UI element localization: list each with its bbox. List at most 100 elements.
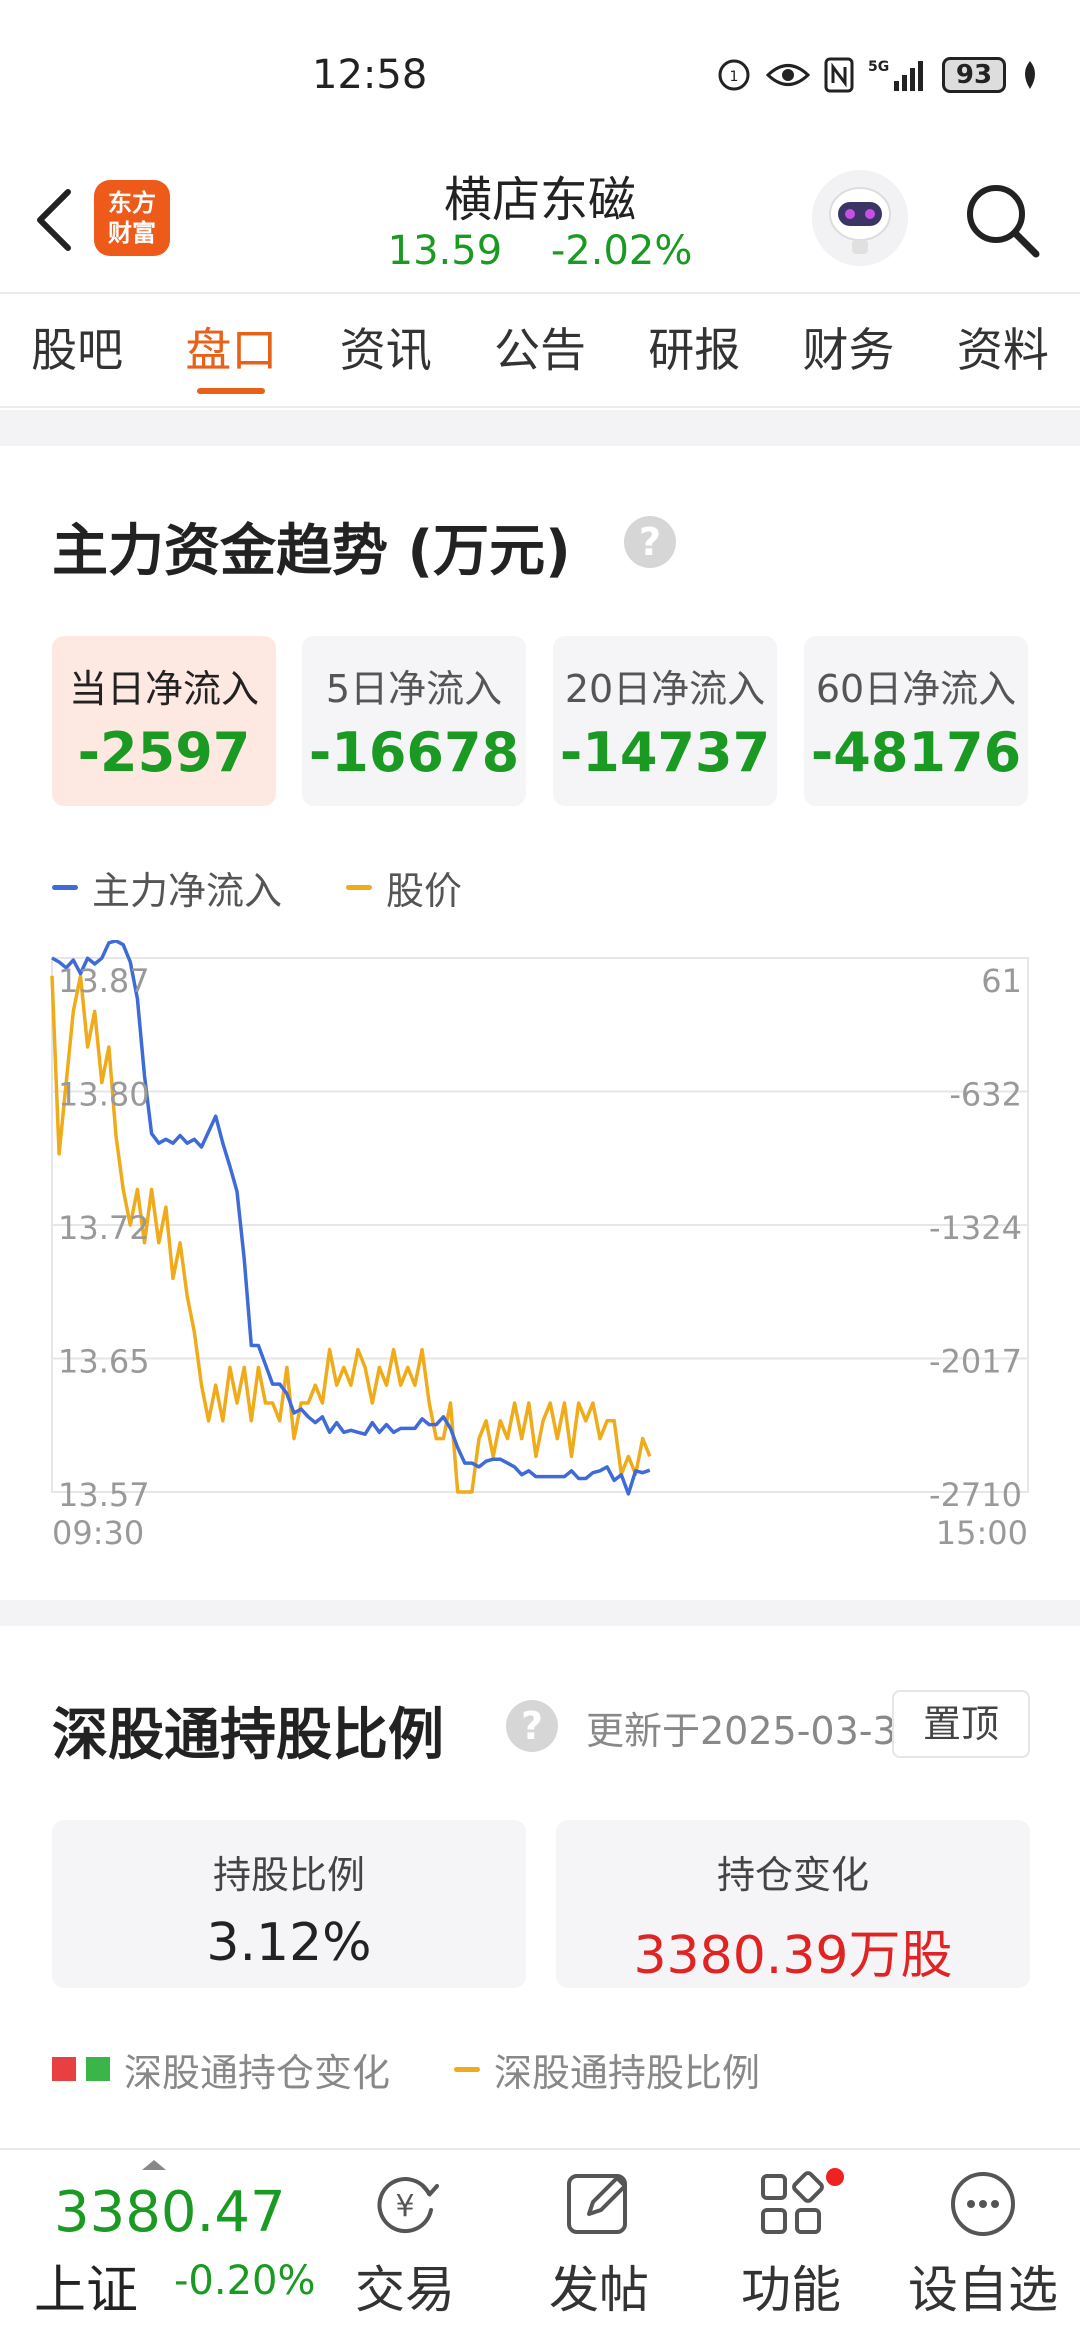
right-axis-tick: -1324 xyxy=(929,1209,1022,1247)
position-change-label: 持仓变化 xyxy=(716,1853,869,1897)
flow-box-5day[interactable]: 5日净流入 -16678 xyxy=(302,636,526,806)
left-axis-tick: 13.87 xyxy=(58,962,150,1000)
flow-value: -2597 xyxy=(77,721,251,784)
holding-ratio-label: 持股比例 xyxy=(212,1853,365,1897)
legend-swatch-red xyxy=(52,2057,76,2081)
data-saver-icon: 1 xyxy=(718,59,750,91)
holding-ratio-box: 持股比例 3.12% xyxy=(52,1820,526,1988)
tab-news[interactable]: 资讯 xyxy=(309,294,463,406)
legend-swatch-price xyxy=(346,884,373,890)
capital-flow-chart[interactable]: 13.87 61 13.80 -632 13.72 -1324 13.65 -2017 13.5… xyxy=(0,939,1080,1580)
nav-label: 功能 xyxy=(741,2261,841,2319)
position-change-value: 3380.39万股 xyxy=(633,1926,953,1986)
tab-research[interactable]: 研报 xyxy=(617,294,771,406)
nav-label: 发帖 xyxy=(549,2261,649,2319)
left-axis-tick: 13.72 xyxy=(58,1209,150,1247)
stock-change-pct: -2.02% xyxy=(550,228,693,274)
flow-label: 60日净流入 xyxy=(815,667,1017,711)
right-axis-tick: -632 xyxy=(949,1076,1022,1114)
legend-label-change: 深股通持仓变化 xyxy=(124,2050,391,2095)
section-divider xyxy=(0,410,1080,446)
stock-header: 东方 财富 横店东磁 13.59 -2.02% xyxy=(0,150,1080,292)
legend-label-ratio: 深股通持股比例 xyxy=(494,2050,761,2095)
bottom-nav: 3380.47 上证 -0.20% ¥ 交易 发帖 功能 设自选 xyxy=(0,2148,1080,2340)
left-axis-tick: 13.57 xyxy=(58,1476,150,1514)
tab-profile[interactable]: 资料 xyxy=(926,294,1080,406)
help-icon[interactable]: ? xyxy=(624,516,676,568)
section-divider xyxy=(0,1600,1080,1626)
edit-icon xyxy=(567,2174,627,2234)
legend-swatch-green xyxy=(86,2057,110,2081)
flow-box-today[interactable]: 当日净流入 -2597 xyxy=(52,636,276,806)
robot-icon xyxy=(812,170,908,266)
legend-swatch-flow xyxy=(52,884,78,890)
tab-guba[interactable]: 股吧 xyxy=(0,294,154,406)
legend-label-flow: 主力净流入 xyxy=(92,868,283,913)
caret-up-icon xyxy=(142,2160,166,2170)
shenzhen-legend: 深股通持仓变化 深股通持股比例 xyxy=(52,2042,824,2097)
index-value: 3380.47 xyxy=(54,2180,286,2245)
apps-grid-icon xyxy=(761,2171,824,2234)
app-logo[interactable]: 东方 财富 xyxy=(94,180,170,256)
right-axis-tick: -2710 xyxy=(929,1476,1022,1514)
tab-pankou[interactable]: 盘口 xyxy=(154,294,308,406)
chart-legend: 主力净流入 股价 xyxy=(52,860,526,915)
legend-item-price[interactable]: 股价 xyxy=(346,860,462,915)
battery-indicator: 93 xyxy=(942,57,1006,93)
ai-assistant-avatar[interactable] xyxy=(812,170,908,266)
leaf-icon xyxy=(1025,61,1035,89)
flow-label: 5日净流入 xyxy=(325,667,503,711)
back-arrow-icon[interactable] xyxy=(24,180,84,260)
search-icon[interactable] xyxy=(960,178,1044,262)
legend-item-ratio[interactable]: 深股通持股比例 xyxy=(454,2042,760,2097)
right-axis-tick: 61 xyxy=(981,962,1022,1000)
x-axis-start-label: 09:30 xyxy=(52,1514,144,1552)
legend-item-flow[interactable]: 主力净流入 xyxy=(52,860,282,915)
flow-value: -16678 xyxy=(308,721,520,784)
flow-box-20day[interactable]: 20日净流入 -14737 xyxy=(553,636,777,806)
svg-text:¥: ¥ xyxy=(395,2189,414,2224)
trade-icon: ¥ xyxy=(377,2177,439,2233)
legend-label-price: 股价 xyxy=(386,868,463,913)
notification-dot xyxy=(826,2168,844,2186)
holding-ratio-value: 3.12% xyxy=(206,1913,372,1973)
left-axis-tick: 13.65 xyxy=(58,1343,150,1381)
tab-announcements[interactable]: 公告 xyxy=(463,294,617,406)
eye-icon xyxy=(766,64,810,86)
legend-swatch-ratio xyxy=(454,2066,481,2072)
nav-add-watchlist[interactable]: 设自选 xyxy=(908,2164,1058,2334)
flow-value: -14737 xyxy=(559,721,771,784)
left-axis-tick: 13.80 xyxy=(58,1076,150,1114)
flow-box-60day[interactable]: 60日净流入 -48176 xyxy=(804,636,1028,806)
right-axis-tick: -2017 xyxy=(929,1343,1022,1381)
more-circle-icon xyxy=(951,2172,1015,2236)
tab-bar: 股吧 盘口 资讯 公告 研报 财务 资料 xyxy=(0,292,1080,408)
stock-name: 横店东磁 xyxy=(443,172,636,228)
shenzhen-connect-title: 深股通持股比例 xyxy=(52,1703,444,1768)
nav-trade[interactable]: ¥ 交易 xyxy=(330,2164,480,2334)
pin-button[interactable]: 置顶 xyxy=(892,1690,1030,1758)
stock-quote: 13.59 -2.02% xyxy=(340,228,740,274)
nav-label: 设自选 xyxy=(908,2261,1058,2319)
nav-label: 交易 xyxy=(355,2261,455,2319)
help-icon[interactable]: ? xyxy=(506,1700,558,1752)
nav-post[interactable]: 发帖 xyxy=(524,2164,674,2334)
signal-5g-icon: 5G xyxy=(868,59,923,91)
nfc-icon xyxy=(824,57,854,93)
flow-label: 当日净流入 xyxy=(68,667,259,711)
status-icons: 1 5G 93 xyxy=(716,55,1040,95)
status-time: 12:58 xyxy=(312,52,428,98)
legend-item-change[interactable]: 深股通持仓变化 xyxy=(52,2042,390,2097)
index-change-pct: -0.20% xyxy=(174,2258,316,2304)
capital-flow-title: 主力资金趋势 (万元) xyxy=(52,519,571,584)
status-bar: 12:58 1 5G 93 xyxy=(0,0,1080,150)
x-axis-end-label: 15:00 xyxy=(936,1514,1028,1552)
position-change-box: 持仓变化 3380.39万股 xyxy=(556,1820,1030,1988)
flow-label: 20日净流入 xyxy=(564,667,766,711)
svg-text:1: 1 xyxy=(730,69,739,85)
capital-flow-chart-svg: 13.87 61 13.80 -632 13.72 -1324 13.65 -2017 13.5… xyxy=(50,939,1029,1552)
tab-finance[interactable]: 财务 xyxy=(771,294,925,406)
nav-functions[interactable]: 功能 xyxy=(716,2164,866,2334)
svg-text:5G: 5G xyxy=(868,59,889,75)
stock-price: 13.59 xyxy=(387,228,503,274)
